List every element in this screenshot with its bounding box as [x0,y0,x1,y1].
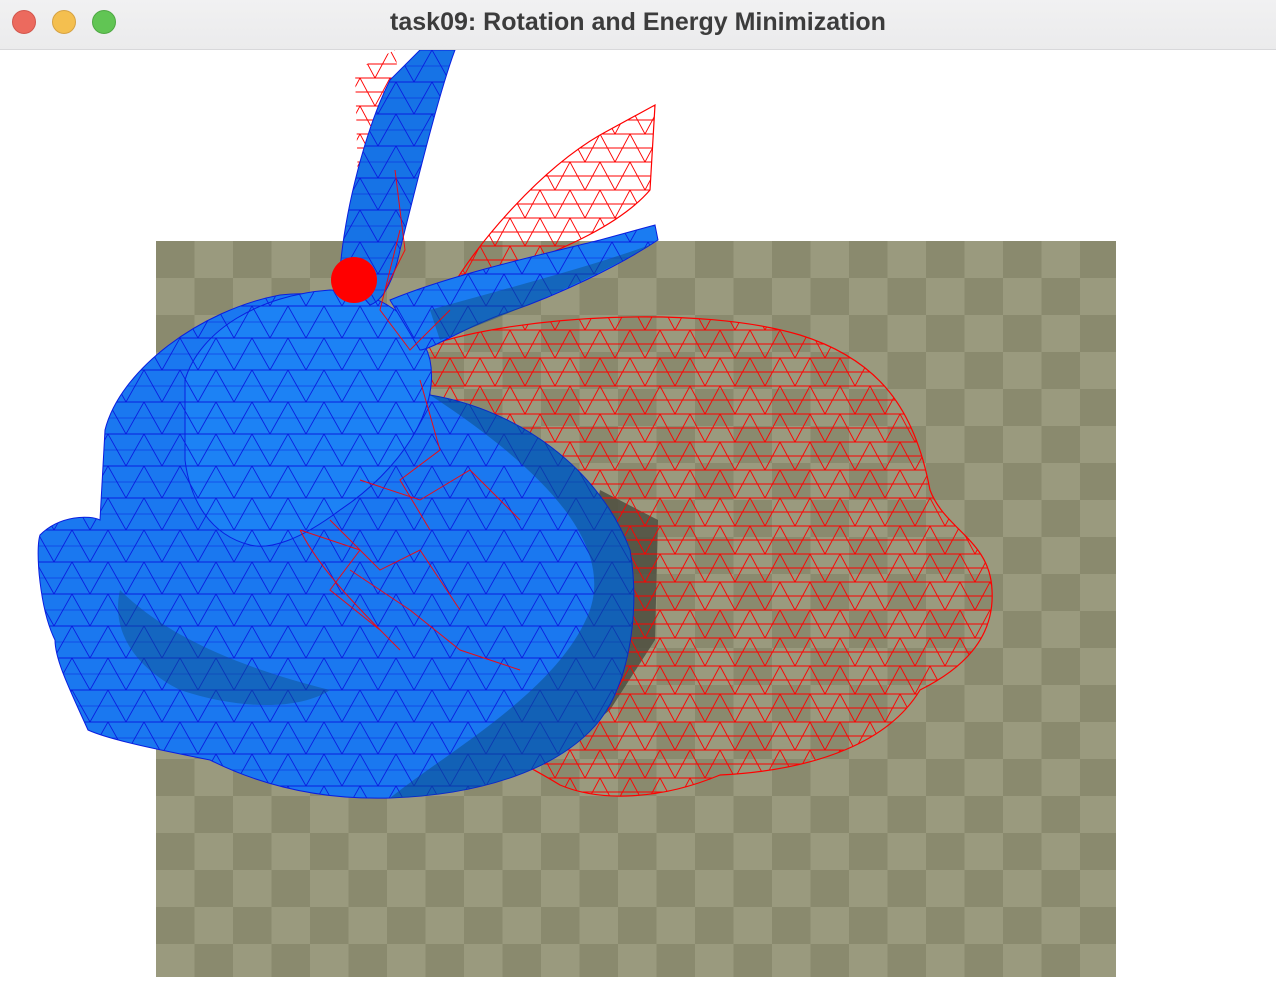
app-window: task09: Rotation and Energy Minimization [0,0,1276,1006]
handle-point[interactable] [331,257,377,303]
window-title: task09: Rotation and Energy Minimization [390,8,886,36]
3d-viewport[interactable] [0,50,1276,1006]
title-bar[interactable]: task09: Rotation and Energy Minimization [0,0,1276,50]
